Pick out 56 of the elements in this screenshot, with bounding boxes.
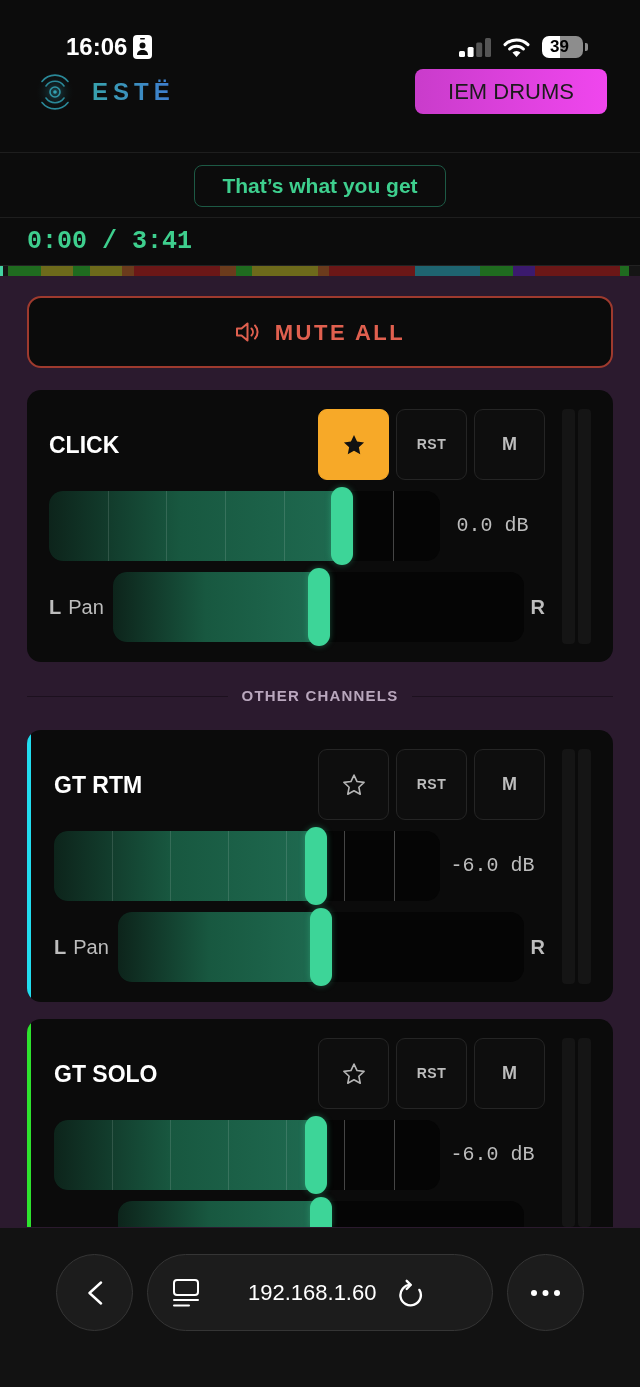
slider-thumb[interactable] — [307, 568, 330, 646]
favorite-button[interactable] — [318, 409, 389, 480]
channel-name: GT SOLO — [54, 1059, 158, 1088]
slider-thumb[interactable] — [310, 908, 332, 986]
pan-right-label: R — [529, 595, 545, 620]
mute-button[interactable]: M — [474, 1038, 545, 1109]
slider-thumb[interactable] — [305, 1116, 328, 1194]
reset-button[interactable]: RST — [396, 409, 467, 480]
volume-slider[interactable] — [54, 1116, 440, 1194]
signal-icon — [459, 37, 491, 57]
mute-button[interactable]: M — [474, 409, 545, 480]
wifi-icon — [503, 37, 530, 57]
pan-slider[interactable] — [118, 908, 524, 986]
reset-button[interactable]: RST — [396, 1038, 467, 1109]
slider-thumb[interactable] — [331, 487, 354, 565]
address-bar[interactable]: 192.168.1.60 — [147, 1254, 493, 1331]
pan-left-label: L — [49, 595, 62, 620]
favorite-button[interactable] — [318, 1038, 389, 1109]
reload-icon[interactable] — [398, 1278, 425, 1307]
battery-percentage: 39 — [542, 36, 583, 58]
page-layout-icon[interactable] — [173, 1278, 199, 1307]
pan-label: Pan — [68, 595, 104, 620]
volume-slider[interactable] — [49, 487, 440, 565]
pan-label: Pan — [73, 935, 109, 960]
channel-name: CLICK — [49, 430, 120, 459]
pan-left-label: L — [54, 935, 67, 960]
status-time: 16:06 — [66, 33, 128, 61]
star-outline-icon — [342, 1063, 365, 1084]
pan-slider[interactable] — [113, 568, 524, 646]
more-icon — [531, 1289, 560, 1296]
reset-button[interactable]: RST — [396, 749, 467, 820]
song-section-segment — [8, 266, 41, 276]
mute-all-button[interactable]: MUTE ALL — [27, 296, 613, 368]
slider-thumb[interactable] — [310, 1197, 332, 1227]
section-heading: OTHER CHANNELS — [241, 686, 399, 706]
contact-card-icon — [133, 35, 153, 59]
pan-right-label: R — [529, 935, 545, 960]
mix-select-button[interactable]: IEM DRUMS — [415, 69, 607, 114]
pan-slider[interactable] — [118, 1197, 524, 1227]
volume-reading: 0.0 dB — [455, 513, 530, 539]
chevron-left-icon — [85, 1280, 104, 1305]
playhead-marker[interactable] — [0, 266, 3, 276]
url-text: 192.168.1.60 — [248, 1278, 377, 1307]
playback-time: 0:00 / 3:41 — [27, 226, 193, 257]
volume-reading: -6.0 dB — [449, 853, 536, 879]
star-icon — [342, 434, 365, 455]
speaker-icon — [234, 321, 261, 343]
volume-reading: -6.0 dB — [449, 1142, 536, 1168]
song-title-button[interactable]: That’s what you get — [194, 165, 446, 207]
mute-button[interactable]: M — [474, 749, 545, 820]
volume-slider[interactable] — [54, 827, 440, 905]
song-timeline[interactable] — [0, 265, 640, 276]
channel-name: GT RTM — [54, 770, 143, 799]
slider-thumb[interactable] — [305, 827, 328, 905]
favorite-button[interactable] — [318, 749, 389, 820]
star-outline-icon — [342, 774, 365, 795]
